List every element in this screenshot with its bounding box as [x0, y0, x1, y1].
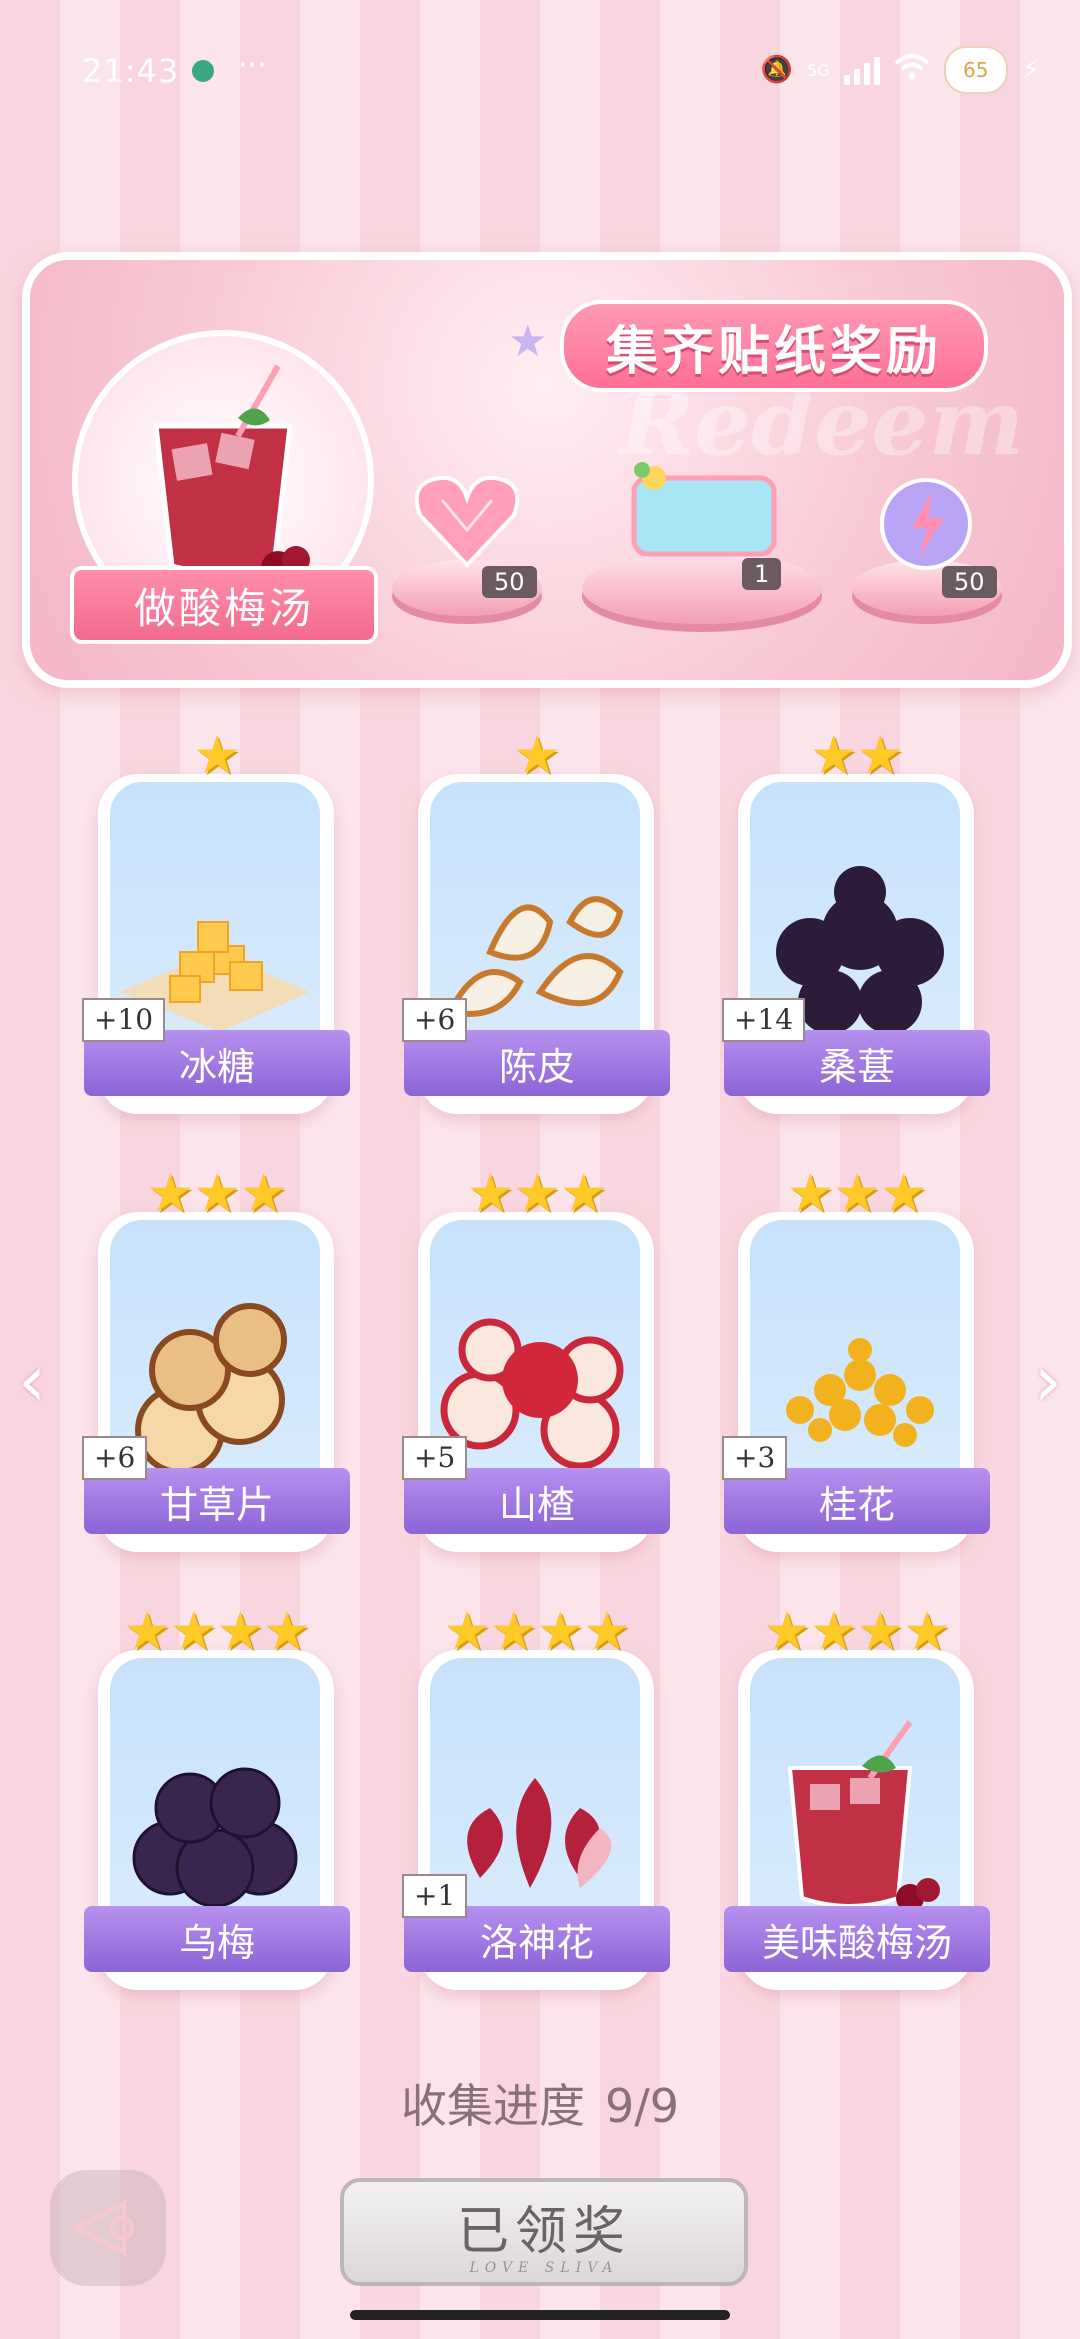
- star-icon: ★: [857, 1602, 904, 1662]
- claimed-label: 已领奖: [456, 2201, 631, 2262]
- star-icon: ★: [263, 1602, 311, 1662]
- reward-count: 50: [482, 566, 537, 598]
- next-page-arrow[interactable]: ›: [1034, 1340, 1062, 1422]
- rarity-stars: ★: [404, 730, 670, 782]
- signal-icon: [843, 55, 880, 85]
- card-name: 美味酸梅汤: [761, 1920, 952, 1965]
- star-icon: ★: [880, 1164, 927, 1224]
- status-time: 21:43: [82, 52, 180, 90]
- duplicate-count-tag: +10: [82, 998, 166, 1042]
- mute-icon: 🔕: [760, 55, 794, 85]
- rarity-stars: ★ ★ ★: [84, 1168, 350, 1220]
- duplicate-count-tag: +5: [402, 1436, 468, 1480]
- rarity-stars: ★ ★ ★ ★: [404, 1606, 670, 1658]
- star-icon: ★: [467, 1164, 514, 1224]
- collection-progress: 收集进度 9/9: [0, 2070, 1080, 2136]
- star-icon: ★: [490, 1602, 537, 1662]
- network-label: 5G: [807, 60, 830, 80]
- rarity-stars: ★: [84, 730, 350, 782]
- claimed-sub-label: LOVE SLIVA: [469, 2259, 619, 2276]
- sticker-card[interactable]: 洛神花 ★ ★ ★ ★ +1: [402, 1606, 670, 1998]
- rarity-stars: ★ ★ ★: [724, 1168, 990, 1220]
- star-icon: ★: [903, 1602, 951, 1662]
- card-name: 冰糖: [178, 1044, 255, 1089]
- reward-count: 1: [742, 558, 782, 590]
- sticker-card[interactable]: 陈皮 ★ +6: [402, 730, 670, 1122]
- banner-title: 集齐贴纸奖励: [560, 300, 988, 392]
- card-name-label: 乌梅: [84, 1906, 350, 1972]
- sticker-card[interactable]: 桑葚 ★ ★ +14: [722, 730, 990, 1122]
- status-bar: 21:43 ··· 🔕 5G 65 ⚡: [0, 0, 1080, 140]
- card-name: 甘草片: [159, 1482, 274, 1527]
- star-icon: ★: [560, 1164, 607, 1224]
- star-icon: ★: [193, 726, 241, 786]
- star-icon: ★: [217, 1602, 264, 1662]
- more-notifications-icon: ···: [238, 48, 267, 83]
- battery-icon: 65: [943, 46, 1008, 94]
- duplicate-count-tag: +3: [722, 1436, 788, 1480]
- card-name: 乌梅: [178, 1920, 255, 1965]
- star-icon: ★: [513, 726, 561, 786]
- rarity-stars: ★ ★ ★ ★: [724, 1606, 990, 1658]
- progress-value: 9/9: [604, 2079, 680, 2133]
- rarity-stars: ★ ★: [724, 730, 990, 782]
- sticker-card[interactable]: 山楂 ★ ★ ★ +5: [402, 1168, 670, 1560]
- sticker-card[interactable]: 乌梅 ★ ★ ★ ★: [84, 1606, 350, 1998]
- reward-count: 50: [942, 566, 997, 598]
- duplicate-count-tag: +1: [402, 1874, 468, 1918]
- prev-page-arrow[interactable]: ‹: [18, 1340, 46, 1422]
- sticker-card[interactable]: 甘草片 ★ ★ ★ +6: [82, 1168, 350, 1560]
- home-indicator[interactable]: [350, 2310, 730, 2320]
- back-button[interactable]: [50, 2170, 166, 2286]
- smoked-plum-icon: [110, 1658, 320, 1928]
- star-deco-icon: ★: [508, 316, 548, 367]
- duplicate-count-tag: +14: [722, 998, 806, 1042]
- sticker-card[interactable]: 冰糖 ★ +10: [82, 730, 350, 1122]
- duplicate-count-tag: +6: [402, 998, 468, 1042]
- star-icon: ★: [810, 726, 857, 786]
- star-icon: ★: [787, 1164, 834, 1224]
- wifi-icon: [894, 53, 930, 88]
- card-name: 洛神花: [479, 1920, 594, 1965]
- star-icon: ★: [833, 1164, 881, 1224]
- heart-gem-icon[interactable]: [412, 470, 522, 574]
- star-icon: ★: [810, 1602, 857, 1662]
- progress-label: 收集进度: [400, 2079, 585, 2133]
- star-icon: ★: [193, 1164, 241, 1224]
- rarity-stars: ★ ★ ★: [404, 1168, 670, 1220]
- star-icon: ★: [170, 1602, 217, 1662]
- status-icons: 🔕 5G 65 ⚡: [761, 46, 1040, 94]
- star-icon: ★: [240, 1164, 287, 1224]
- rarity-stars: ★ ★ ★ ★: [84, 1606, 350, 1658]
- sticker-card[interactable]: 桂花 ★ ★ ★ +3: [722, 1168, 990, 1560]
- card-name: 陈皮: [498, 1044, 575, 1089]
- star-icon: ★: [513, 1164, 561, 1224]
- star-icon: ★: [147, 1164, 194, 1224]
- make-drink-text: 做酸梅汤: [133, 583, 314, 633]
- duplicate-count-tag: +6: [82, 1436, 148, 1480]
- card-name: 山楂: [498, 1482, 575, 1527]
- charging-icon: ⚡: [1021, 55, 1040, 85]
- banner-background: Redeem ★ ★ 集齐贴纸奖励 做酸梅汤 50: [30, 260, 1064, 680]
- banner-title-text: 集齐贴纸奖励: [605, 321, 942, 382]
- app-notification-icon: [192, 60, 214, 82]
- reward-banner: Redeem ★ ★ 集齐贴纸奖励 做酸梅汤 50: [22, 252, 1072, 688]
- star-icon: ★: [583, 1602, 631, 1662]
- drink-sticker-card-icon[interactable]: [620, 460, 780, 564]
- plum-drink-icon: [750, 1658, 960, 1928]
- star-icon: ★: [123, 1602, 171, 1662]
- back-arrow-icon: [70, 2198, 135, 2258]
- claimed-button[interactable]: 已领奖 LOVE SLIVA: [340, 2178, 748, 2286]
- star-icon: ★: [443, 1602, 491, 1662]
- star-icon: ★: [857, 726, 904, 786]
- card-name: 桑葚: [818, 1044, 895, 1089]
- card-name: 桂花: [818, 1482, 895, 1527]
- star-icon: ★: [537, 1602, 584, 1662]
- make-drink-label: 做酸梅汤: [70, 566, 378, 644]
- card-name-label: 美味酸梅汤: [724, 1906, 990, 1972]
- energy-orb-icon[interactable]: [876, 474, 976, 578]
- star-icon: ★: [763, 1602, 811, 1662]
- sticker-card[interactable]: 美味酸梅汤 ★ ★ ★ ★: [724, 1606, 990, 1998]
